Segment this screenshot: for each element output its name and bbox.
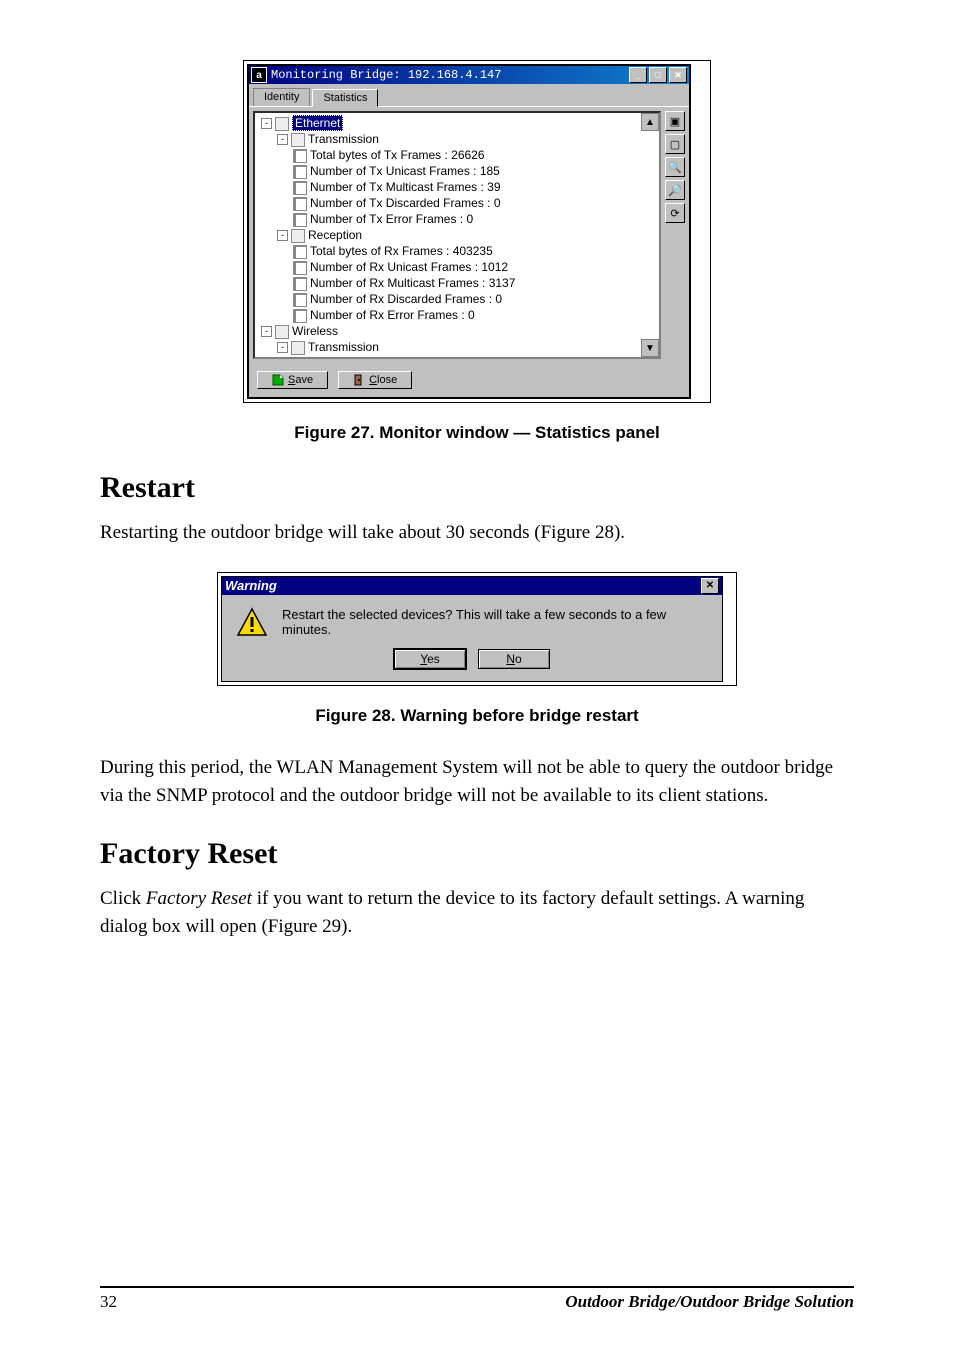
tree-node-reception[interactable]: - Reception Total bytes of Rx Frames : 40…: [277, 227, 659, 323]
collapse-icon[interactable]: -: [277, 230, 288, 241]
statistics-tree[interactable]: ▲ ▼ -Ethernet -Transmission Total by: [253, 111, 661, 359]
figure-27-frame: a Monitoring Bridge: 192.168.4.147 _ □ ✕…: [243, 60, 711, 403]
tab-identity[interactable]: Identity: [253, 88, 310, 106]
collapse-icon[interactable]: -: [261, 118, 272, 129]
tree-value: Number of Tx Discarded Frames : 0: [310, 196, 501, 210]
close-button[interactable]: CCloselose: [338, 371, 412, 389]
zoom-in-button[interactable]: 🔍: [665, 157, 685, 177]
tree-label: Transmission: [308, 132, 379, 146]
scroll-up-arrow[interactable]: ▲: [641, 113, 659, 131]
tree-leaf[interactable]: Number of Tx Discarded Frames : 0: [293, 195, 659, 211]
tree-leaf[interactable]: Number of Tx Unicast Frames : 3932: [293, 355, 659, 359]
tree-value: Number of Tx Error Frames : 0: [310, 212, 473, 226]
folder-icon: [291, 133, 305, 147]
doc-icon: [293, 293, 307, 307]
figure-28-caption: Figure 28. Warning before bridge restart: [100, 706, 854, 726]
doc-icon: [293, 165, 307, 179]
restart-para: Restarting the outdoor bridge will take …: [100, 519, 854, 548]
save-icon: [272, 374, 284, 386]
restart-heading: Restart: [100, 471, 854, 505]
tree-value: Number of Rx Multicast Frames : 3137: [310, 276, 515, 290]
page-footer: 32 Outdoor Bridge/Outdoor Bridge Solutio…: [100, 1286, 854, 1312]
tree-value: Number of Rx Unicast Frames : 1012: [310, 260, 508, 274]
scroll-down-arrow[interactable]: ▼: [641, 339, 659, 357]
doc-icon: [293, 213, 307, 227]
tree-node-ethernet[interactable]: -Ethernet -Transmission Total bytes of T…: [261, 115, 659, 323]
tree-value: Number of Tx Multicast Frames : 39: [310, 180, 501, 194]
folder-icon: [275, 117, 289, 131]
page-number: 32: [100, 1292, 117, 1312]
titlebar: a Monitoring Bridge: 192.168.4.147 _ □ ✕: [249, 66, 689, 84]
no-button[interactable]: NoNo: [478, 649, 550, 669]
tree-label: Transmission: [308, 340, 379, 354]
tree-value: Number of Rx Error Frames : 0: [310, 308, 475, 322]
close-window-button[interactable]: ✕: [669, 67, 687, 83]
save-button[interactable]: SSaveave: [257, 371, 328, 389]
dialog-message: Restart the selected devices? This will …: [282, 607, 708, 637]
expand-all-button[interactable]: ▣: [665, 111, 685, 131]
tree-value: Total bytes of Tx Frames : 26626: [310, 148, 485, 162]
tree-leaf[interactable]: Number of Rx Error Frames : 0: [293, 307, 659, 323]
after-fig28-para: During this period, the WLAN Management …: [100, 754, 854, 811]
tree-leaf[interactable]: Number of Tx Error Frames : 0: [293, 211, 659, 227]
tree-value: Number of Rx Discarded Frames : 0: [310, 292, 502, 306]
folder-icon: [291, 229, 305, 243]
tree-value: Total bytes of Rx Frames : 403235: [310, 244, 493, 258]
zoom-out-button[interactable]: 🔎: [665, 180, 685, 200]
folder-icon: [275, 325, 289, 339]
folder-icon: [291, 341, 305, 355]
refresh-button[interactable]: ⟳: [665, 203, 685, 223]
tree-node-wireless[interactable]: -Wireless -Transmission Number of Tx Uni…: [261, 323, 659, 359]
tree-value: Number of Tx Unicast Frames : 3932: [310, 356, 507, 359]
tree-leaf[interactable]: Number of Tx Multicast Frames : 39: [293, 179, 659, 195]
doc-icon: [293, 261, 307, 275]
tree-node-transmission[interactable]: - Transmission Total bytes of Tx Frames :…: [277, 131, 659, 227]
figure-27-caption: Figure 27. Monitor window — Statistics p…: [100, 423, 854, 443]
collapse-icon[interactable]: -: [261, 326, 272, 337]
tree-label-ethernet: Ethernet: [292, 115, 343, 131]
minimize-button[interactable]: _: [629, 67, 647, 83]
emphasis: Factory Reset: [146, 888, 252, 909]
doc-icon: [293, 181, 307, 195]
warning-dialog: Warning ✕ Restart the selected devices? …: [221, 576, 723, 682]
doc-icon: [293, 197, 307, 211]
doc-icon: [293, 309, 307, 323]
tree-leaf[interactable]: Number of Rx Multicast Frames : 3137: [293, 275, 659, 291]
collapse-all-button[interactable]: ▢: [665, 134, 685, 154]
tree-node-wireless-transmission[interactable]: - Transmission Number of Tx Unicast Frame…: [277, 339, 659, 359]
tree-leaf[interactable]: Total bytes of Rx Frames : 403235: [293, 243, 659, 259]
tree-label: Wireless: [292, 324, 338, 338]
dialog-titlebar: Warning ✕: [222, 577, 722, 595]
doc-icon: [293, 149, 307, 163]
doc-icon: [293, 277, 307, 291]
factory-reset-heading: Factory Reset: [100, 837, 854, 871]
side-toolbar: ▣ ▢ 🔍 🔎 ⟳: [665, 111, 685, 359]
tree-label: Reception: [308, 228, 362, 242]
tree-leaf[interactable]: Number of Rx Unicast Frames : 1012: [293, 259, 659, 275]
tab-statistics[interactable]: Statistics: [312, 89, 378, 107]
doc-icon: [293, 245, 307, 259]
door-icon: [353, 374, 365, 386]
text: Click: [100, 888, 146, 909]
yes-button[interactable]: YesYes: [394, 649, 466, 669]
window-title: Monitoring Bridge: 192.168.4.147: [271, 68, 627, 82]
dialog-close-button[interactable]: ✕: [701, 578, 719, 594]
doc-icon: [293, 357, 307, 359]
tree-leaf[interactable]: Number of Rx Discarded Frames : 0: [293, 291, 659, 307]
maximize-button[interactable]: □: [649, 67, 667, 83]
tree-value: Number of Tx Unicast Frames : 185: [310, 164, 500, 178]
dialog-title: Warning: [225, 578, 277, 593]
factory-reset-para: Click Factory Reset if you want to retur…: [100, 885, 854, 942]
collapse-icon[interactable]: -: [277, 342, 288, 353]
document-name: Outdoor Bridge/Outdoor Bridge Solution: [565, 1292, 854, 1312]
tree-leaf[interactable]: Total bytes of Tx Frames : 26626: [293, 147, 659, 163]
tabs: Identity Statistics: [249, 84, 689, 106]
collapse-icon[interactable]: -: [277, 134, 288, 145]
figure-28-frame: Warning ✕ Restart the selected devices? …: [217, 572, 737, 686]
app-icon: a: [251, 67, 267, 83]
tree-leaf[interactable]: Number of Tx Unicast Frames : 185: [293, 163, 659, 179]
monitor-window: a Monitoring Bridge: 192.168.4.147 _ □ ✕…: [247, 64, 691, 399]
warning-icon: [236, 607, 268, 639]
